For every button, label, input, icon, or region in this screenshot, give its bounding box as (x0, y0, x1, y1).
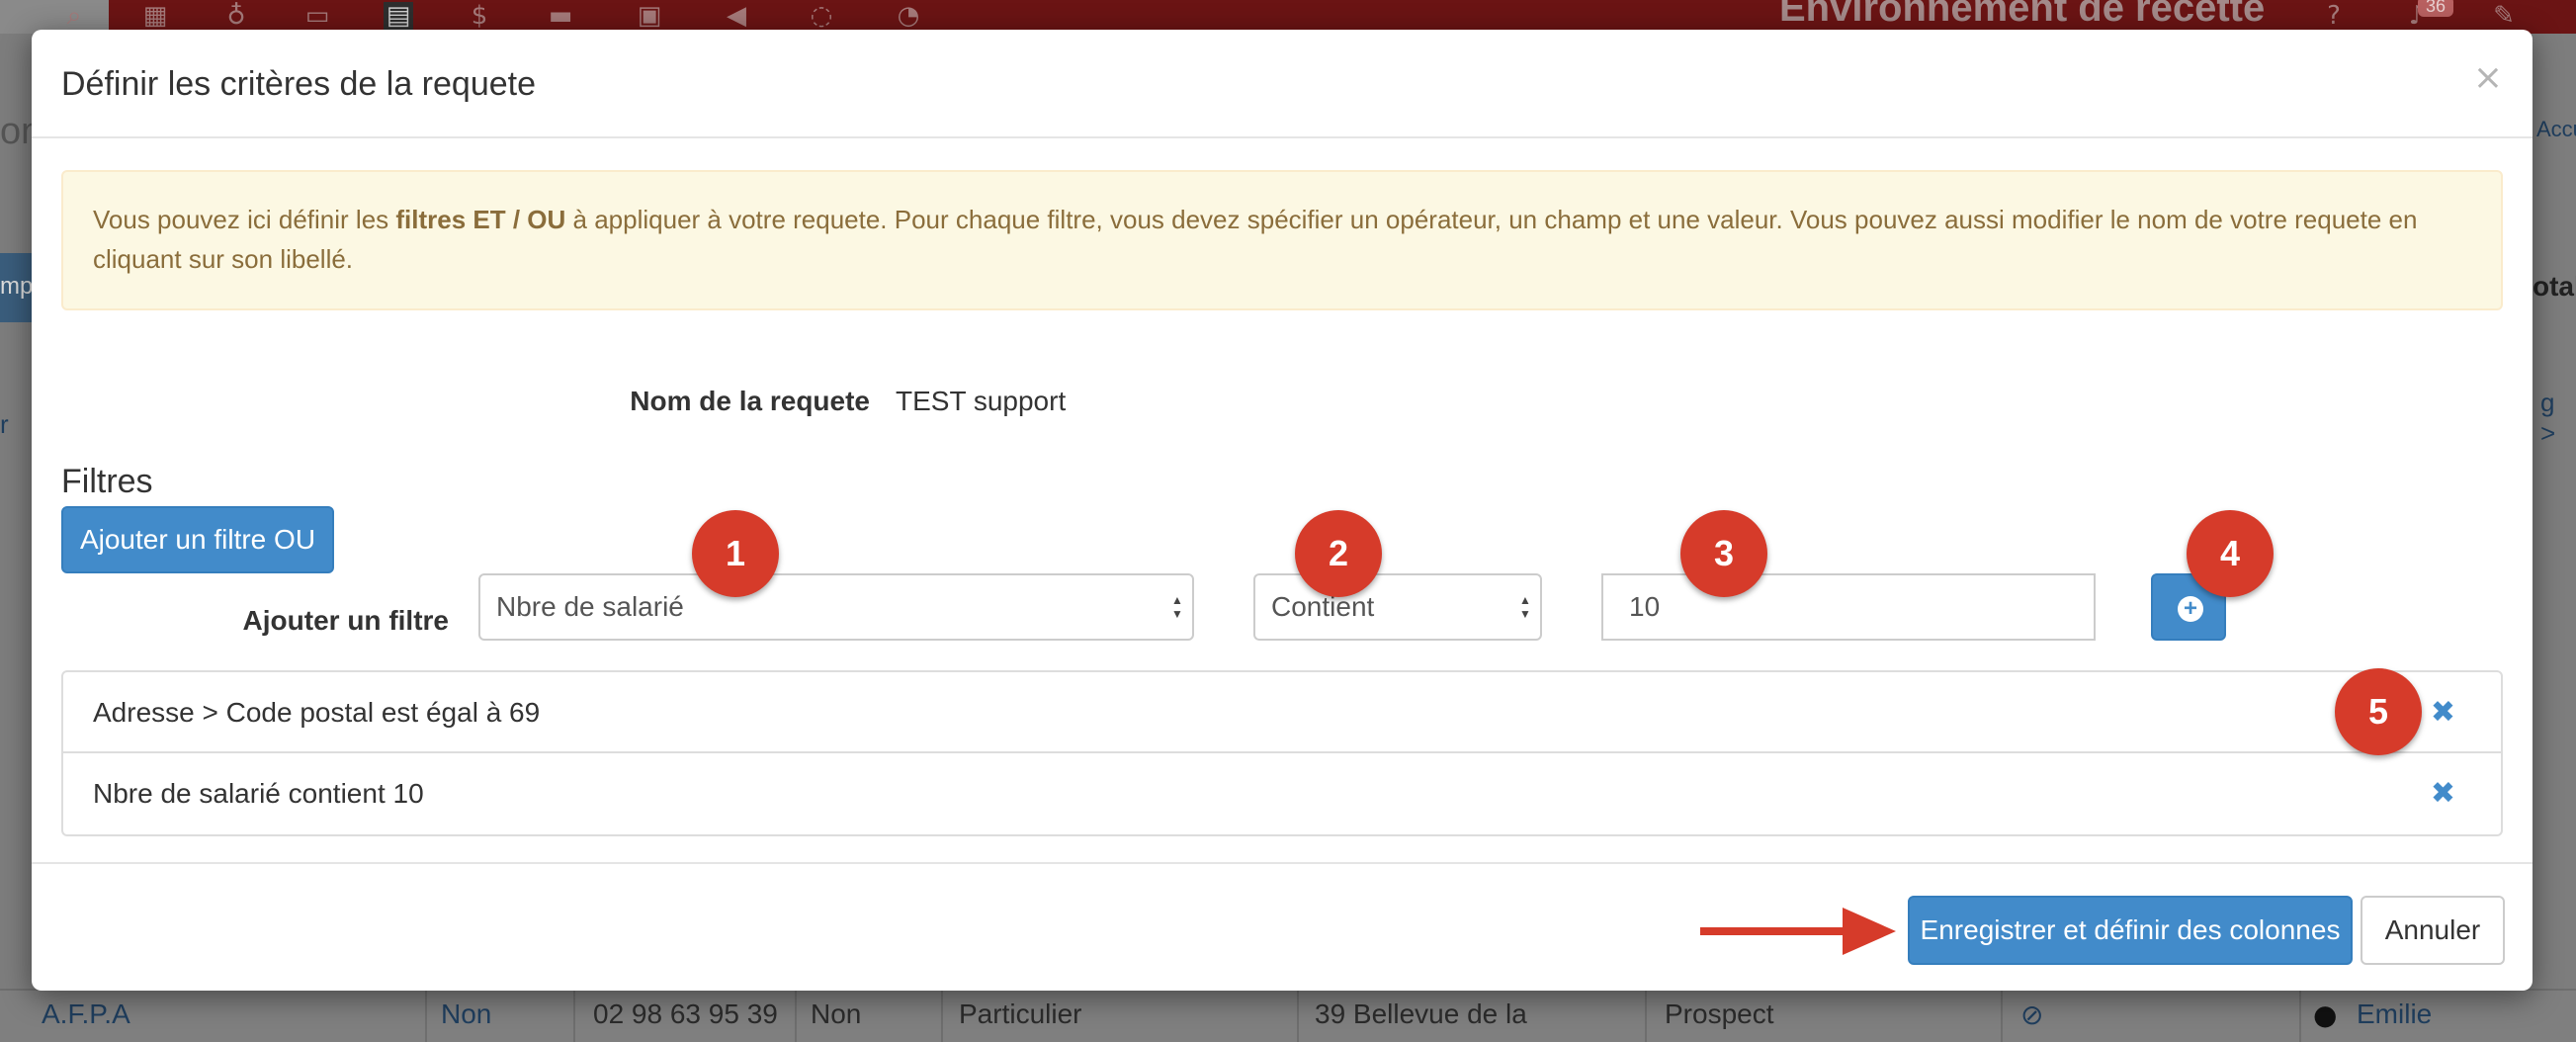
list-item: Nbre de salarié contient 10 ✖ (63, 753, 2501, 834)
arrow-head-annotation (1843, 908, 1896, 955)
arrow-annotation (1700, 927, 1848, 935)
wrench-icon[interactable]: ✎ (2489, 2, 2519, 30)
query-criteria-modal: Définir les critères de la requete × Vou… (32, 30, 2533, 991)
archive-icon[interactable]: ▬ (546, 2, 575, 30)
alert-text-bold: filtres ET / OU (395, 205, 566, 234)
callout-marker-3: 3 (1680, 510, 1767, 597)
notification-badge: 36 (2418, 0, 2454, 17)
plus-circle-icon: + (2178, 596, 2203, 622)
field-select-value: Nbre de salarié (496, 591, 684, 622)
modal-header: Définir les critères de la requete × (32, 30, 2533, 138)
alert-text-1: Vous pouvez ici définir les (93, 205, 396, 234)
row-flag-2: Non (811, 999, 862, 1029)
row-flag-1: Non (441, 999, 492, 1029)
background-link-fragment: r (0, 409, 9, 439)
money-icon[interactable]: ▭ (302, 2, 332, 30)
select-arrows-icon: ▲ ▼ (1519, 593, 1531, 621)
query-name-label: Nom de la requete (630, 386, 870, 416)
row-company[interactable]: A.F.P.A (42, 999, 130, 1030)
select-arrows-icon: ▲ ▼ (1171, 593, 1183, 621)
filters-title: Filtres (61, 463, 153, 500)
row-owner[interactable]: Emilie (2357, 999, 2432, 1030)
filter-text: Adresse > Code postal est égal à 69 (93, 697, 541, 728)
save-and-define-columns-button[interactable]: Enregistrer et définir des colonnes (1908, 896, 2353, 965)
list-item: Adresse > Code postal est égal à 69 ✖ (63, 672, 2501, 753)
background-header-fragment: otal (2533, 271, 2576, 302)
filter-text: Nbre de salarié contient 10 (93, 778, 424, 809)
lightbulb-icon[interactable]: ♁ (221, 2, 251, 30)
close-icon[interactable]: × (2473, 57, 2503, 98)
briefcase-icon[interactable]: ▣ (635, 2, 664, 30)
cancel-button[interactable]: Annuler (2361, 896, 2505, 965)
dollar-icon[interactable]: $ (465, 2, 494, 30)
environment-title: Environnement de recette (1779, 0, 2266, 30)
row-address: 39 Bellevue de la (1315, 999, 1527, 1029)
dashboard-icon[interactable]: ◔ (894, 2, 923, 30)
calendar-icon[interactable]: ▦ (140, 2, 170, 30)
search-icon[interactable]: ⌕ (59, 2, 89, 30)
remove-filter-icon[interactable]: ✖ (2431, 672, 2455, 753)
query-name-value[interactable]: TEST support (896, 386, 1066, 417)
user-icon: ● (2313, 999, 2338, 1031)
help-icon[interactable]: ? (2319, 2, 2349, 30)
callout-marker-2: 2 (1295, 510, 1382, 597)
building-icon[interactable]: ▤ (384, 2, 413, 30)
field-select[interactable]: Nbre de salarié ▲ ▼ (478, 573, 1194, 641)
add-or-filter-button[interactable]: Ajouter un filtre OU (61, 506, 334, 573)
add-filter-label: Ajouter un filtre (242, 605, 449, 636)
callout-marker-5: 5 (2335, 668, 2422, 755)
callout-marker-1: 1 (692, 510, 779, 597)
callout-marker-4: 4 (2187, 510, 2274, 597)
operator-select-value: Contient (1271, 591, 1375, 622)
megaphone-icon[interactable]: ◀ (722, 2, 751, 30)
top-navbar: ⌕ ▦ ♁ ▭ ▤ $ ▬ ▣ ◀ ◌ ◔ Environnement de r… (0, 0, 2576, 34)
background-link-fragment-right: g > (2540, 388, 2556, 448)
row-status: Prospect (1665, 999, 1774, 1029)
comments-icon[interactable]: ◌ (807, 2, 836, 30)
search-box[interactable] (0, 0, 109, 34)
modal-title: Définir les critères de la requete (61, 65, 537, 103)
background-breadcrumb-fragment: Accu (2536, 117, 2576, 141)
background-table-row (0, 989, 2576, 1042)
row-type: Particulier (959, 999, 1082, 1029)
remove-filter-icon[interactable]: ✖ (2431, 753, 2455, 834)
operator-select[interactable]: Contient ▲ ▼ (1253, 573, 1542, 641)
value-input[interactable]: 10 (1601, 573, 2096, 641)
row-phone: 02 98 63 95 39 (593, 999, 778, 1029)
info-alert: Vous pouvez ici définir les filtres ET /… (61, 170, 2503, 310)
ban-icon[interactable]: ⊘ (2020, 999, 2043, 1031)
filter-list: Adresse > Code postal est égal à 69 ✖ Nb… (61, 670, 2503, 836)
